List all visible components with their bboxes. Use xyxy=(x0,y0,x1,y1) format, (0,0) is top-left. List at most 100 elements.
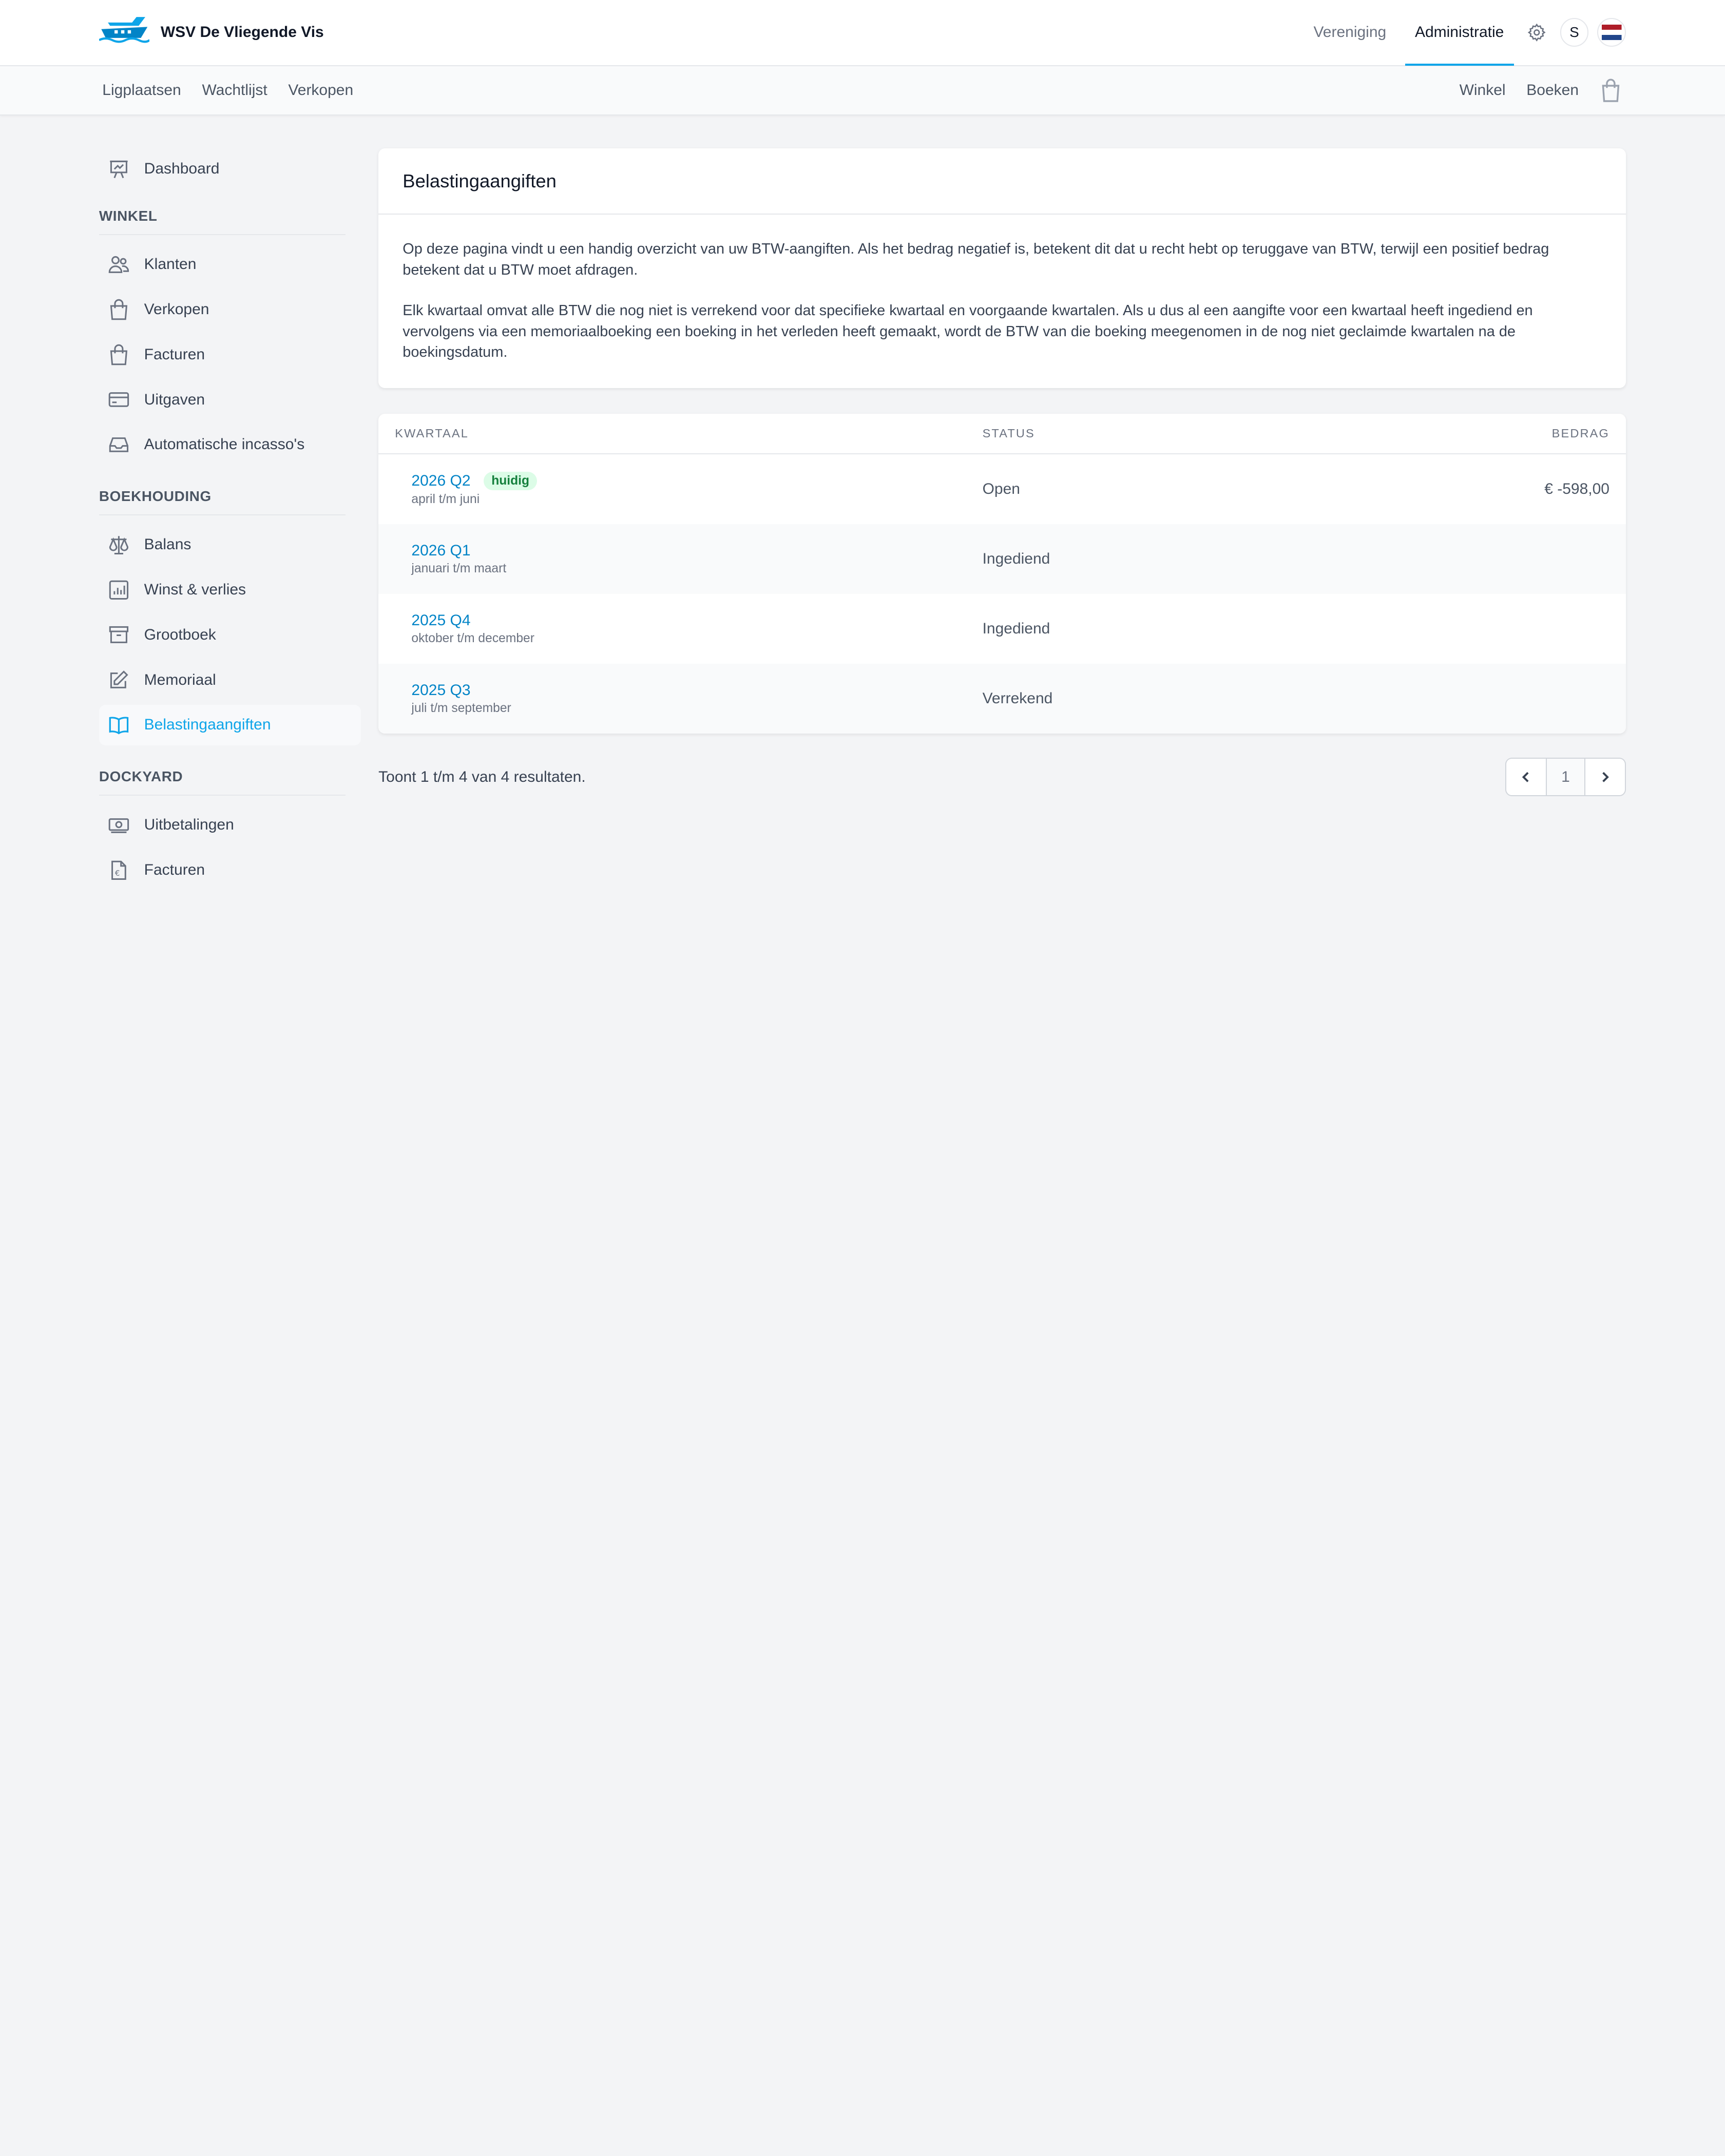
subnav-winkel[interactable]: Winkel xyxy=(1460,82,1506,99)
intro-paragraph-1: Op deze pagina vindt u een handig overzi… xyxy=(402,240,1549,278)
document-euro-icon: € xyxy=(108,859,130,881)
subnav-ligplaatsen[interactable]: Ligplaatsen xyxy=(102,82,181,99)
shopping-bag-icon xyxy=(108,343,130,365)
boat-logo-icon xyxy=(98,16,150,49)
table-row[interactable]: 2025 Q4 oktober t/m december Ingediend xyxy=(378,594,1626,664)
column-header-quarter: KWARTAAL xyxy=(395,426,469,440)
cart-bag-icon[interactable] xyxy=(1600,78,1622,102)
card-body: Op deze pagina vindt u een handig overzi… xyxy=(378,215,1626,389)
sidebar-item-label: Klanten xyxy=(144,256,197,273)
sidebar-item-memoriaal[interactable]: Memoriaal xyxy=(99,660,361,700)
status-cell: Verrekend xyxy=(982,690,1053,707)
settings-gear-icon[interactable] xyxy=(1523,18,1551,47)
sidebar-heading-boekhouding: BOEKHOUDING xyxy=(99,488,346,516)
page-root: WSV De Vliegende Vis Vereniging Administ… xyxy=(0,0,1725,1078)
sidebar-item-label: Uitbetalingen xyxy=(144,816,234,834)
sidebar-item-verkopen[interactable]: Verkopen xyxy=(99,289,361,330)
sidebar-item-label: Balans xyxy=(144,536,191,553)
card-header: Belastingaangiften xyxy=(378,148,1626,215)
status-cell: Ingediend xyxy=(982,550,1050,568)
users-icon xyxy=(108,254,130,276)
sidebar-heading-winkel: WINKEL xyxy=(99,208,346,236)
status-cell: Ingediend xyxy=(982,620,1050,638)
quarter-cell: 2026 Q2 huidig april t/m juni xyxy=(411,471,982,507)
table-body: 2026 Q2 huidig april t/m juni Open € -59… xyxy=(378,454,1626,734)
table-row[interactable]: 2026 Q1 januari t/m maart Ingediend xyxy=(378,524,1626,594)
book-open-icon xyxy=(108,714,130,736)
sidebar-heading-dockyard: DOCKYARD xyxy=(99,768,346,796)
top-navigation-bar: WSV De Vliegende Vis Vereniging Administ… xyxy=(0,0,1725,66)
sidebar-item-label: Winst & verlies xyxy=(144,581,246,598)
quarter-link[interactable]: 2025 Q3 xyxy=(411,682,470,699)
brand[interactable]: WSV De Vliegende Vis xyxy=(98,16,324,49)
sidebar-item-dockyard-facturen[interactable]: € Facturen xyxy=(99,850,361,890)
credit-card-icon xyxy=(108,389,130,411)
sidebar-item-belastingaangiften[interactable]: Belastingaangiften xyxy=(99,704,361,746)
sidebar-item-klanten[interactable]: Klanten xyxy=(99,244,361,284)
page-number-button[interactable]: 1 xyxy=(1545,759,1585,796)
quarter-link[interactable]: 2026 Q2 xyxy=(411,472,470,490)
page-title: Belastingaangiften xyxy=(402,170,557,191)
subnav-wachtlijst[interactable]: Wachtlijst xyxy=(202,82,267,99)
secondary-nav-right: Winkel Boeken xyxy=(1460,78,1622,102)
sidebar-item-label: Verkopen xyxy=(144,300,209,318)
sidebar-item-facturen[interactable]: Facturen xyxy=(99,334,361,375)
quarter-link[interactable]: 2025 Q4 xyxy=(411,612,470,629)
table-row[interactable]: 2026 Q2 huidig april t/m juni Open € -59… xyxy=(378,454,1626,524)
column-header-status: STATUS xyxy=(982,426,1035,440)
column-header-amount: BEDRAG xyxy=(1551,426,1609,440)
quarter-period: juli t/m september xyxy=(411,701,511,716)
sidebar-item-label: Automatische incasso's xyxy=(144,436,305,453)
user-avatar[interactable]: S xyxy=(1560,18,1589,47)
sidebar-item-balans[interactable]: Balans xyxy=(99,524,361,565)
quarter-cell: 2026 Q1 januari t/m maart xyxy=(411,542,982,576)
language-flag-nl-icon[interactable] xyxy=(1597,18,1626,47)
info-card: Belastingaangiften Op deze pagina vindt … xyxy=(378,148,1626,389)
nav-vereniging[interactable]: Vereniging xyxy=(1304,0,1396,66)
sidebar-item-grootboek[interactable]: Grootboek xyxy=(99,614,361,655)
quarter-cell: 2025 Q4 oktober t/m december xyxy=(411,612,982,646)
chevron-left-icon xyxy=(1519,771,1532,784)
subnav-verkopen[interactable]: Verkopen xyxy=(288,82,353,99)
amount-cell: € -598,00 xyxy=(1544,480,1609,498)
secondary-navigation-bar: Ligplaatsen Wachtlijst Verkopen Winkel B… xyxy=(0,66,1725,116)
sidebar-item-uitgaven[interactable]: Uitgaven xyxy=(99,379,361,420)
pagination-row: Toont 1 t/m 4 van 4 resultaten. 1 xyxy=(378,758,1626,797)
sidebar-item-label: Facturen xyxy=(144,345,205,363)
subnav-boeken[interactable]: Boeken xyxy=(1526,82,1579,99)
svg-text:€: € xyxy=(115,869,120,878)
sidebar-item-uitbetalingen[interactable]: Uitbetalingen xyxy=(99,805,361,845)
sidebar-item-label: Belastingaangiften xyxy=(144,716,271,734)
pagination: 1 xyxy=(1505,758,1626,797)
chart-board-icon xyxy=(108,158,130,180)
top-nav: Vereniging Administratie S xyxy=(1295,0,1626,66)
sidebar-item-label: Memoriaal xyxy=(144,671,216,688)
sidebar-item-label: Facturen xyxy=(144,861,205,878)
table-row[interactable]: 2025 Q3 juli t/m september Verrekend xyxy=(378,664,1626,734)
intro-paragraph-2: Elk kwartaal omvat alle BTW die nog niet… xyxy=(402,302,1533,361)
sidebar-item-automatische-incassos[interactable]: Automatische incasso's xyxy=(99,425,361,465)
results-summary: Toont 1 t/m 4 van 4 resultaten. xyxy=(378,768,586,785)
status-cell: Open xyxy=(982,480,1020,498)
brand-name: WSV De Vliegende Vis xyxy=(160,24,324,41)
main-content: Belastingaangiften Op deze pagina vindt … xyxy=(378,148,1626,797)
shopping-bag-icon xyxy=(108,298,130,320)
chevron-right-icon xyxy=(1599,771,1612,784)
sidebar-item-dashboard[interactable]: Dashboard xyxy=(99,148,361,189)
sidebar-item-label: Grootboek xyxy=(144,626,216,643)
sidebar: Dashboard WINKEL Klanten Verkopen Factur… xyxy=(99,148,361,895)
quarter-period: april t/m juni xyxy=(411,492,480,507)
current-badge: huidig xyxy=(484,471,538,491)
pencil-square-icon xyxy=(108,669,130,691)
previous-page-button[interactable] xyxy=(1506,759,1546,795)
next-page-button[interactable] xyxy=(1585,759,1625,795)
quarter-link[interactable]: 2026 Q1 xyxy=(411,542,470,560)
quarter-period: oktober t/m december xyxy=(411,631,534,646)
banknotes-icon xyxy=(108,814,130,836)
inbox-icon xyxy=(108,434,130,456)
secondary-nav-left: Ligplaatsen Wachtlijst Verkopen xyxy=(102,82,353,99)
nav-administratie[interactable]: Administratie xyxy=(1405,0,1514,66)
sidebar-item-winst-verlies[interactable]: Winst & verlies xyxy=(99,569,361,610)
bar-chart-icon xyxy=(108,579,130,601)
quarter-cell: 2025 Q3 juli t/m september xyxy=(411,682,982,716)
